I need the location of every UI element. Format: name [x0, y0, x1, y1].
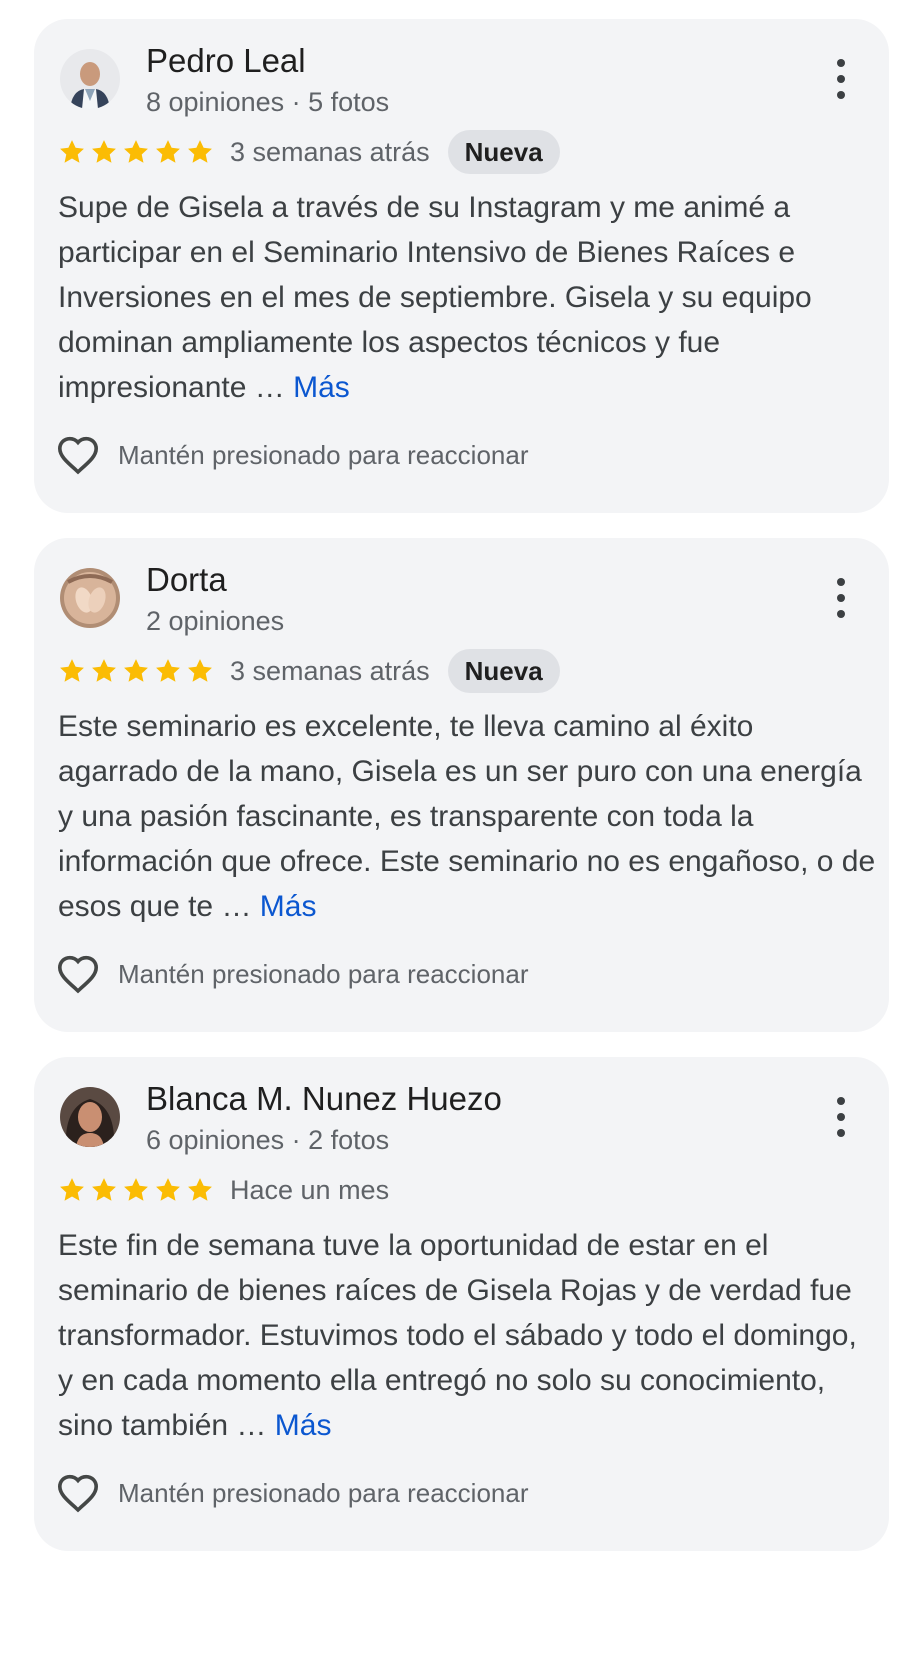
review-body: Este seminario es excelente, te lleva ca… — [58, 710, 876, 923]
review-date: 3 semanas atrás — [230, 136, 430, 167]
reviewer-name[interactable]: Dorta — [146, 560, 227, 600]
review-card: Dorta 2 opiniones 3 semanas atrás Nueva … — [34, 538, 889, 1032]
heart-outline-icon — [57, 436, 99, 475]
review-text: Supe de Gisela a través de su Instagram … — [58, 185, 878, 410]
more-options-button[interactable] — [829, 1097, 853, 1137]
review-text: Este fin de semana tuve la oportunidad d… — [58, 1223, 878, 1448]
review-text: Este seminario es excelente, te lleva ca… — [58, 704, 878, 929]
star-icon — [92, 1178, 116, 1201]
star-icon — [60, 140, 84, 163]
star-icon — [156, 1178, 180, 1201]
more-vert-icon — [837, 59, 845, 67]
review-card: Blanca M. Nunez Huezo 6 opiniones · 2 fo… — [34, 1057, 889, 1551]
review-card: Pedro Leal 8 opiniones · 5 fotos 3 seman… — [34, 19, 889, 513]
more-link[interactable]: Más — [275, 1409, 332, 1442]
avatar-photo — [60, 1087, 120, 1147]
reviewer-meta: 6 opiniones · 2 fotos — [146, 1125, 390, 1155]
star-rating — [58, 138, 214, 166]
heart-outline-icon — [57, 1474, 99, 1513]
more-vert-icon — [837, 578, 845, 586]
star-icon — [188, 1178, 212, 1201]
star-icon — [60, 659, 84, 682]
star-rating — [58, 657, 214, 685]
reviewer-avatar[interactable] — [60, 1087, 120, 1147]
star-icon — [92, 659, 116, 682]
avatar-photo — [60, 49, 120, 109]
reviewer-meta: 2 opiniones — [146, 606, 285, 636]
rating-row: Hace un mes — [58, 1167, 389, 1213]
star-icon — [60, 1178, 84, 1201]
react-button[interactable]: Mantén presionado para reaccionar — [56, 433, 528, 477]
reviewer-name[interactable]: Blanca M. Nunez Huezo — [146, 1079, 502, 1119]
review-date: Hace un mes — [230, 1174, 390, 1205]
react-button[interactable]: Mantén presionado para reaccionar — [56, 952, 528, 996]
more-link[interactable]: Más — [293, 371, 350, 404]
reviews-list: Pedro Leal 8 opiniones · 5 fotos 3 seman… — [0, 0, 923, 1660]
more-options-button[interactable] — [829, 578, 853, 618]
avatar-photo — [60, 568, 120, 628]
reviewer-avatar[interactable] — [60, 49, 120, 109]
star-icon — [188, 659, 212, 682]
star-icon — [156, 659, 180, 682]
more-link[interactable]: Más — [260, 890, 317, 923]
review-body: Supe de Gisela a través de su Instagram … — [58, 191, 812, 404]
rating-row: 3 semanas atrás Nueva — [58, 648, 560, 694]
reviewer-avatar[interactable] — [60, 568, 120, 628]
react-label: Mantén presionado para reaccionar — [118, 439, 529, 470]
review-body: Este fin de semana tuve la oportunidad d… — [58, 1229, 857, 1442]
reviewer-name[interactable]: Pedro Leal — [146, 41, 306, 81]
star-icon — [188, 140, 212, 163]
react-button[interactable]: Mantén presionado para reaccionar — [56, 1471, 528, 1515]
new-badge: Nueva — [447, 649, 560, 693]
star-icon — [124, 140, 148, 163]
new-badge: Nueva — [447, 130, 560, 174]
react-label: Mantén presionado para reaccionar — [118, 958, 529, 989]
star-icon — [124, 659, 148, 682]
star-icon — [156, 140, 180, 163]
rating-row: 3 semanas atrás Nueva — [58, 129, 560, 175]
star-rating — [58, 1176, 214, 1204]
heart-outline-icon — [57, 955, 99, 994]
more-options-button[interactable] — [829, 59, 853, 99]
reviewer-meta: 8 opiniones · 5 fotos — [146, 87, 390, 117]
star-icon — [124, 1178, 148, 1201]
review-date: 3 semanas atrás — [230, 655, 430, 686]
more-vert-icon — [837, 1097, 845, 1105]
star-icon — [92, 140, 116, 163]
react-label: Mantén presionado para reaccionar — [118, 1477, 529, 1508]
